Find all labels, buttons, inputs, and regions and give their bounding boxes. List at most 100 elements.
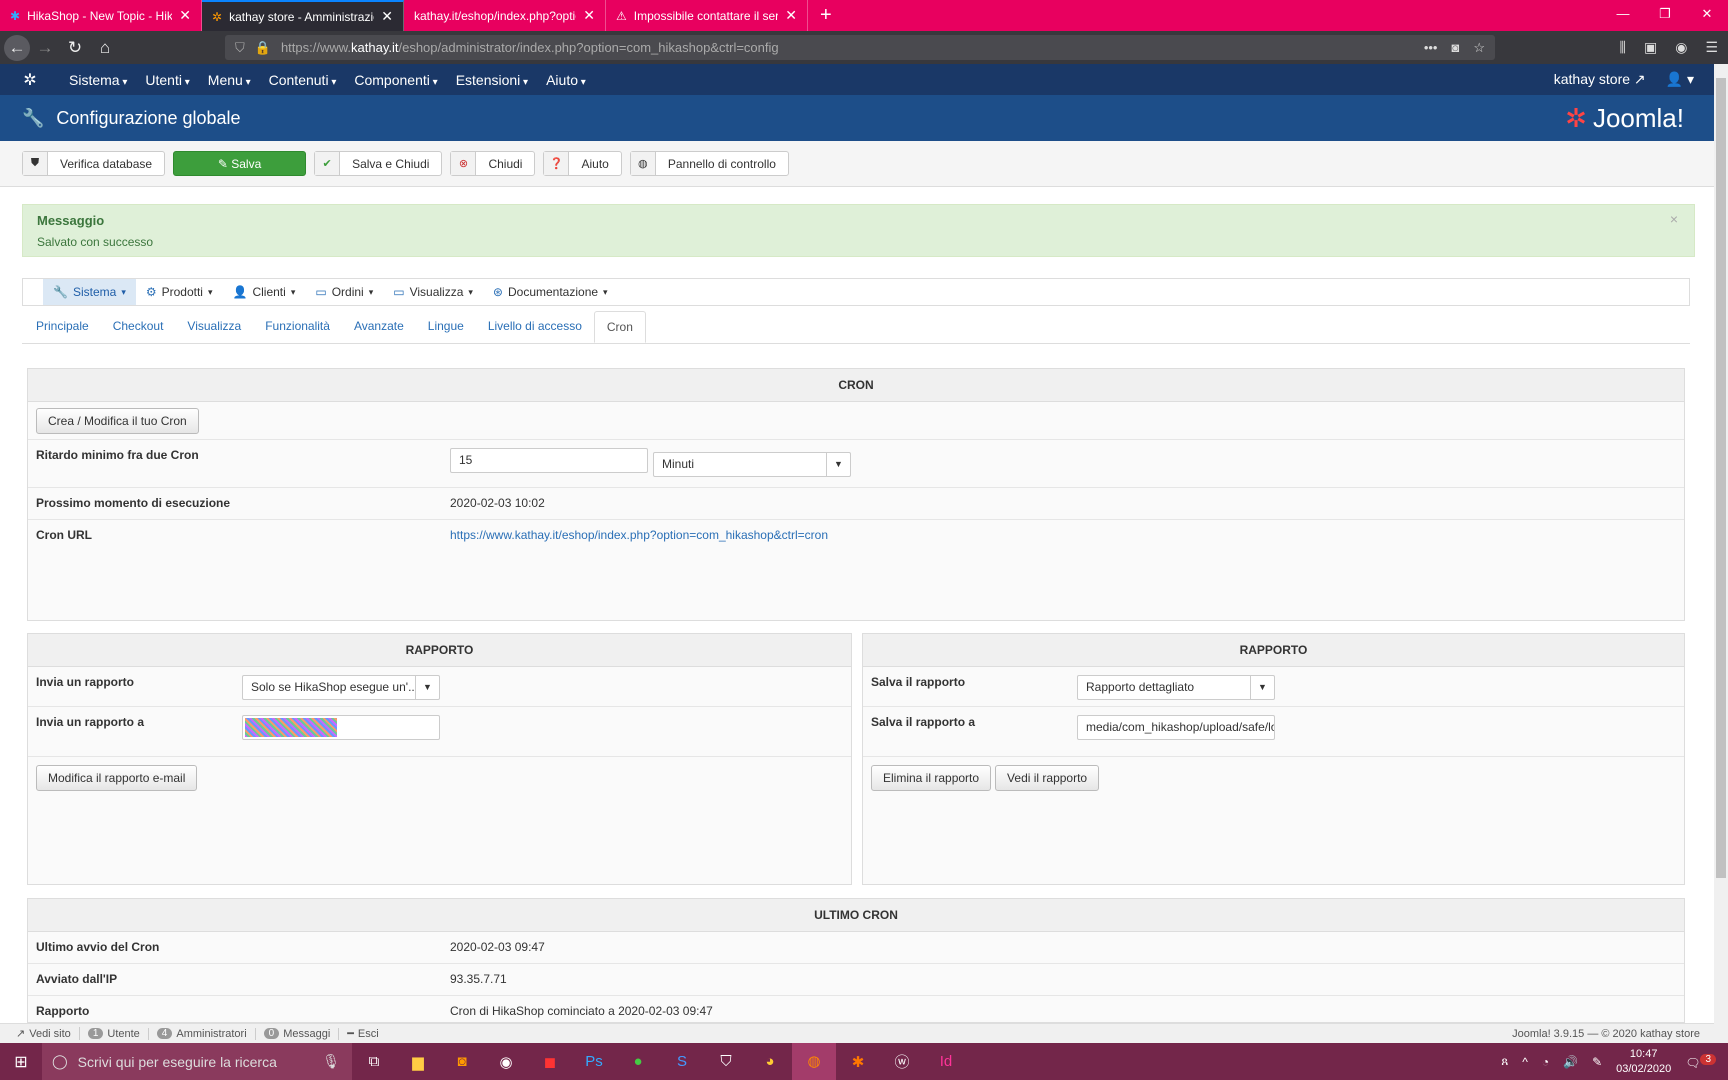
chrome-icon[interactable]: ◕ [748,1053,792,1070]
hika-menu-sistema[interactable]: 🔧 Sistema [43,279,136,305]
app-icon[interactable]: ◉ [484,1053,528,1071]
volume-icon[interactable]: 🔊 [1563,1055,1578,1069]
clock[interactable]: 10:47 03/02/2020 [1616,1047,1671,1077]
tray-chevron-icon[interactable]: ^ [1522,1055,1528,1069]
shield-icon: ⛊ [23,152,48,175]
tab-cron[interactable]: Cron [593,311,646,343]
hika-menu-visualizza[interactable]: ▭ Visualizza [383,279,483,305]
whatsapp-icon[interactable]: ● [616,1053,660,1070]
user-menu-icon[interactable]: 👤 ▾ [1666,71,1694,88]
site-link[interactable]: kathay store ↗ [1554,71,1646,88]
menu-aiuto[interactable]: Aiuto [537,72,595,88]
menu-icon[interactable]: ☰ [1705,39,1718,56]
file-explorer-icon[interactable]: ▆ [396,1053,440,1071]
taskbar-search[interactable]: ◯ Scrivi qui per eseguire la ricerca 🎙 [42,1043,352,1080]
menu-menu[interactable]: Menu [199,72,260,88]
close-tab-icon[interactable]: ✕ [179,7,191,24]
menu-componenti[interactable]: Componenti [345,72,446,88]
tab-lingue[interactable]: Lingue [416,311,476,343]
messages-link[interactable]: 0 Messaggi [256,1027,340,1040]
new-tab-button[interactable]: + [808,0,844,31]
delay-input[interactable]: 15 [450,448,648,473]
tab-principale[interactable]: Principale [24,311,101,343]
reload-icon[interactable]: ↻ [60,38,90,58]
tab-livello-accesso[interactable]: Livello di accesso [476,311,594,343]
report-path-input[interactable]: media/com_hikashop/upload/safe/lo [1077,715,1275,740]
browser-tab-active[interactable]: ✲kathay store - Amministrazione✕ [202,0,404,31]
joomla-admin-menu: ✲ Sistema Utenti Menu Contenuti Componen… [0,64,1714,95]
edit-report-email-button[interactable]: Modifica il rapporto e-mail [36,765,198,791]
close-tab-icon[interactable]: ✕ [785,7,797,24]
menu-utenti[interactable]: Utenti [136,72,198,88]
hika-menu-prodotti[interactable]: ⚙ Prodotti [136,279,223,305]
menu-contenuti[interactable]: Contenuti [260,72,346,88]
people-icon[interactable]: ጸ [1501,1054,1508,1069]
scrollbar-thumb[interactable] [1716,78,1726,878]
adobe-cc-icon[interactable]: ◼ [528,1053,572,1071]
help-button[interactable]: ❓ Aiuto [543,151,622,176]
menu-sistema[interactable]: Sistema [60,72,136,88]
admins-link[interactable]: 4 Amministratori [149,1027,256,1040]
outlook-icon[interactable]: ◙ [440,1053,484,1070]
control-panel-button[interactable]: ◍ Pannello di controllo [629,151,789,176]
browser-tab[interactable]: kathay.it/eshop/index.php?option=✕ [404,0,606,31]
shield-app-icon[interactable]: ⛉ [704,1053,748,1070]
microphone-icon[interactable]: 🎙 [322,1053,340,1070]
page-scrollbar[interactable] [1714,64,1728,1043]
skype-icon[interactable]: S [660,1053,704,1070]
delay-unit-select[interactable]: Minuti ▼ [653,452,851,477]
account-icon[interactable]: ◉ [1675,39,1687,56]
view-site-link[interactable]: ↗ Vedi sito [8,1027,80,1040]
close-message-icon[interactable]: × [1670,211,1678,227]
joomla-logo-icon[interactable]: ✲ [0,70,60,90]
minimize-icon[interactable]: — [1602,0,1644,28]
users-link[interactable]: 1 Utente [80,1027,149,1040]
tab-avanzate[interactable]: Avanzate [342,311,416,343]
close-window-icon[interactable]: ✕ [1686,0,1728,28]
hika-menu-clienti[interactable]: 👤 Clienti [223,279,306,305]
photoshop-icon[interactable]: Ps [572,1053,616,1070]
more-icon[interactable]: ••• [1424,40,1438,56]
send-report-select[interactable]: Solo se HikaShop esegue un'... ▼ [242,675,440,700]
windows-start-icon[interactable]: ⊞ [0,1052,42,1072]
menu-estensioni[interactable]: Estensioni [447,72,537,88]
pocket-icon[interactable]: ◙ [1451,40,1459,56]
lock-icon: 🔒 [254,39,271,55]
notifications-icon[interactable]: 🗨 3 [1685,1053,1716,1070]
browser-tab[interactable]: ✱HikaShop - New Topic - HikaSh✕ [0,0,202,31]
forward-icon[interactable]: → [30,38,60,58]
hika-menu-ordini[interactable]: ▭ Ordini [305,279,383,305]
create-cron-button[interactable]: Crea / Modifica il tuo Cron [36,408,199,434]
wifi-icon[interactable]: ◔ [1542,1055,1549,1069]
save-report-select[interactable]: Rapporto dettagliato ▼ [1077,675,1275,700]
avast-icon[interactable]: ✱ [836,1053,880,1071]
indesign-icon[interactable]: Id [924,1053,968,1070]
delete-report-button[interactable]: Elimina il rapporto [871,765,992,791]
logout-link[interactable]: ━ Esci [339,1027,386,1041]
sidebar-icon[interactable]: ▣ [1644,39,1657,56]
library-icon[interactable]: ⫼ [1620,39,1626,56]
bookmark-star-icon[interactable]: ☆ [1473,40,1485,56]
pen-icon[interactable]: ✎ [1592,1055,1602,1069]
save-button[interactable]: ✎ Salva [173,151,307,176]
address-bar[interactable]: ⛉ 🔒 https://www.kathay.it/eshop/administr… [225,35,1495,60]
browser-tab[interactable]: ⚠Impossibile contattare il server✕ [606,0,808,31]
close-tab-icon[interactable]: ✕ [583,7,595,24]
close-button[interactable]: ⊗ Chiudi [450,151,536,176]
restore-icon[interactable]: ❐ [1644,0,1686,28]
verify-database-button[interactable]: ⛊ Verifica database [22,151,166,176]
firefox-icon[interactable]: ◍ [792,1043,836,1080]
task-view-icon[interactable]: ⧉ [352,1053,396,1070]
hika-menu-documentazione[interactable]: ⊛ Documentazione [483,279,618,305]
tab-checkout[interactable]: Checkout [101,311,176,343]
home-icon[interactable]: ⌂ [90,38,120,58]
webex-icon[interactable]: ⓦ [880,1051,924,1072]
save-close-button[interactable]: ✔ Salva e Chiudi [314,151,443,176]
report-email-input[interactable] [242,715,440,740]
view-report-button[interactable]: Vedi il rapporto [995,765,1100,791]
tab-funzionalita[interactable]: Funzionalità [253,311,342,343]
close-tab-icon[interactable]: ✕ [381,8,393,25]
back-icon[interactable]: ← [4,34,30,61]
tab-visualizza[interactable]: Visualizza [175,311,253,343]
cron-url-link[interactable]: https://www.kathay.it/eshop/index.php?op… [450,528,828,542]
